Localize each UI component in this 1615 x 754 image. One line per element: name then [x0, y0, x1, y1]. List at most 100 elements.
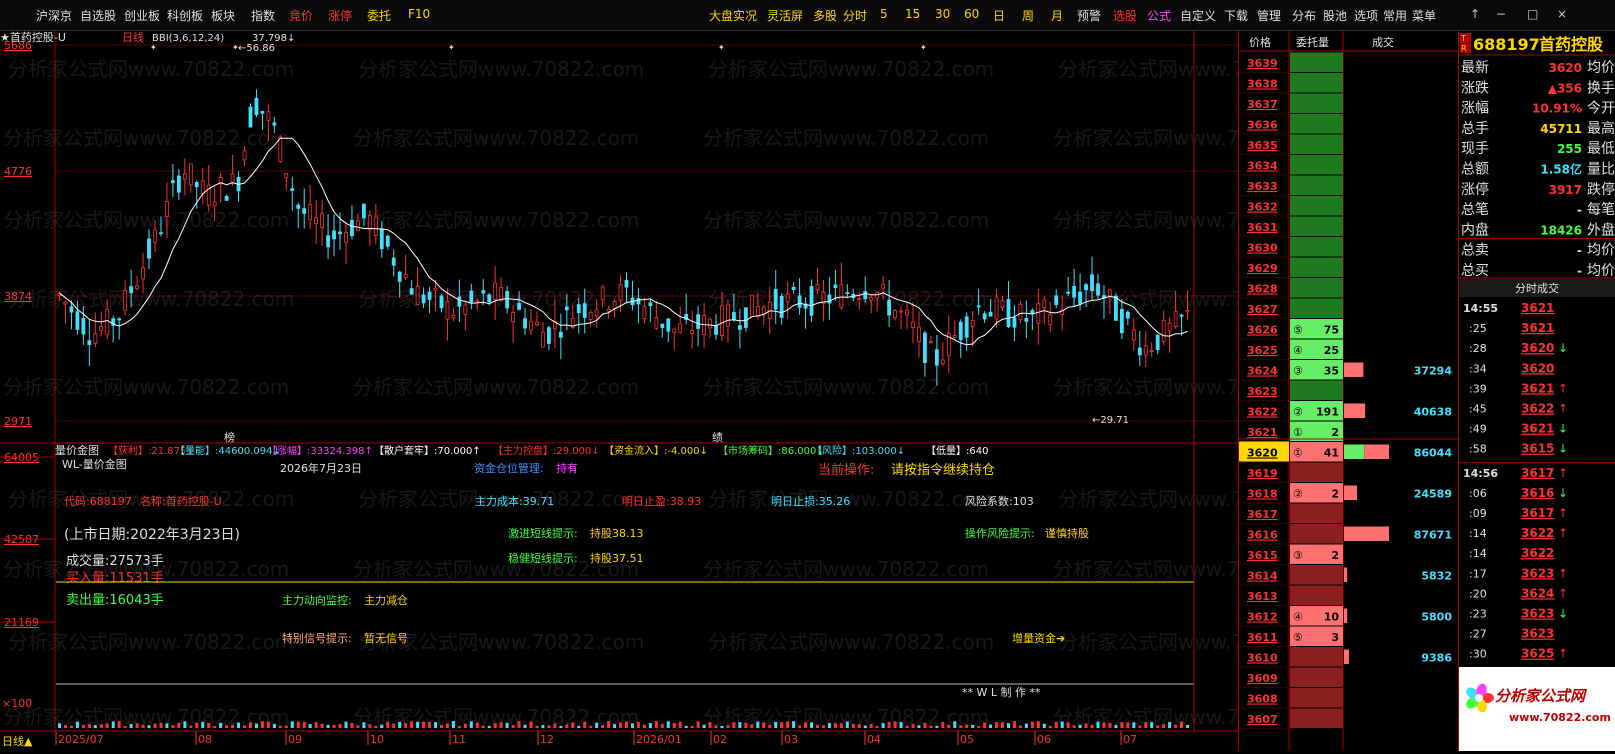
candle-body — [141, 267, 145, 280]
volume-bar — [696, 721, 700, 728]
menu-item-4[interactable]: 板块 — [211, 7, 235, 24]
menu-item-6[interactable]: 竞价 — [289, 7, 313, 24]
volume-bar — [1108, 722, 1112, 728]
menu-item-9[interactable]: F10 — [408, 7, 430, 21]
menu-item-right-4[interactable]: 5 — [880, 7, 888, 21]
chart-area[interactable]: 5686 4776 3874 2971 分析家公式网www.70822.com 分析家公式… — [0, 31, 1238, 751]
candle-body — [308, 203, 313, 221]
ob-qty-cell — [1290, 196, 1343, 216]
ob-price-30: 3609 — [1247, 672, 1278, 685]
candle-body — [1137, 347, 1142, 356]
volume-bar — [983, 722, 987, 728]
date-axis-label-3: 10 — [370, 733, 384, 746]
menu-item-3[interactable]: 科创板 — [167, 7, 203, 24]
menu-item-2[interactable]: 创业板 — [124, 7, 160, 24]
candle-body — [1078, 291, 1082, 305]
menu-item-1[interactable]: 自选股 — [80, 7, 116, 24]
volume-bar — [899, 721, 903, 728]
stat-label2-10: 均价 — [1587, 263, 1615, 279]
menu-item-right-7[interactable]: 60 — [964, 7, 979, 21]
volume-bar — [350, 722, 354, 728]
ob-header-deal: 成交 — [1372, 35, 1394, 49]
period-toggle[interactable]: 日线▲ — [2, 734, 33, 748]
volume-bar — [398, 721, 402, 728]
operation-risk-value: 谨慎持股 — [1045, 526, 1089, 540]
tick-arrow-6: ↓ — [1558, 422, 1568, 436]
tick-time-12: :14 — [1469, 547, 1487, 560]
menu-item-0[interactable]: 沪深京 — [36, 7, 72, 24]
fund-position-value: 持有 — [556, 461, 578, 475]
watermark-text: 分析家公式网www.70822.com — [703, 126, 989, 150]
volume-bar — [457, 725, 461, 728]
ob-price-10: 3629 — [1247, 262, 1278, 275]
menu-item-5[interactable]: 指数 — [251, 7, 275, 24]
menu-item-7[interactable]: 涨停 — [328, 7, 352, 24]
ob-qty-cell — [1290, 708, 1343, 728]
menu-item-right-14[interactable]: 自定义 — [1180, 7, 1216, 24]
stat-label2-3: 最高 — [1587, 120, 1615, 137]
menu-item-right-19[interactable]: 选项 — [1354, 7, 1378, 24]
volume-bar — [105, 723, 109, 728]
candle-body — [618, 284, 623, 301]
candle-body — [391, 257, 396, 266]
volume-bar — [947, 724, 951, 728]
code-text: 代码:688197 — [64, 495, 132, 508]
menu-item-right-17[interactable]: 分布 — [1292, 7, 1316, 24]
date-axis-label-12: 07 — [1123, 733, 1137, 746]
menu-item-8[interactable]: 委托 — [367, 7, 391, 24]
volume-bar — [1001, 721, 1005, 728]
brand-logo: 分析家公式网 www.70822.com — [1459, 667, 1615, 751]
candle-body — [547, 327, 551, 344]
menu-item-right-16[interactable]: 管理 — [1257, 7, 1281, 24]
menu-item-right-15[interactable]: 下载 — [1224, 7, 1248, 24]
menu-item-right-18[interactable]: 股池 — [1323, 7, 1347, 24]
ob-deal-25: 5832 — [1421, 570, 1452, 583]
menu-item-right-20[interactable]: 常用 — [1383, 7, 1407, 24]
close-icon[interactable]: × — [1557, 7, 1567, 21]
candle-body — [153, 229, 157, 243]
volume-bar — [469, 721, 473, 728]
candle-body — [738, 325, 742, 330]
ob-qty-cell — [1290, 73, 1343, 93]
candle-body — [881, 284, 886, 289]
volume-bar — [630, 723, 634, 728]
menu-item-right-8[interactable]: 日 — [993, 7, 1005, 24]
candle-body — [266, 111, 271, 121]
ob-price-17: 3622 — [1247, 406, 1278, 419]
menu-item-right-1[interactable]: 灵活屏 — [767, 7, 803, 24]
menu-item-right-10[interactable]: 月 — [1051, 7, 1063, 24]
volume-bar — [201, 721, 205, 728]
candle-body — [278, 136, 283, 162]
pin-icon[interactable]: ↑ — [1470, 7, 1480, 21]
kline-chart-svg[interactable]: 5686477638742971分析家公式网www.70822.com 分析家公式… — [0, 31, 1238, 751]
tick-time-10: :09 — [1469, 507, 1487, 520]
volume-bar — [845, 721, 849, 728]
volume-bar — [929, 725, 933, 728]
volume-bar — [905, 725, 909, 728]
menu-item-right-21[interactable]: 菜单 — [1412, 7, 1436, 24]
menu-item-right-6[interactable]: 30 — [935, 7, 950, 21]
menu-item-right-5[interactable]: 15 — [905, 7, 920, 21]
volume-bar — [1006, 723, 1010, 728]
volume-bar — [989, 724, 993, 728]
candle-body — [726, 304, 730, 327]
volume-bar — [839, 723, 843, 728]
tick-price-3: 3620 — [1521, 361, 1554, 375]
volume-bar — [636, 721, 640, 728]
stat-label2-2: 今开 — [1587, 101, 1615, 117]
menu-item-right-12[interactable]: 选股 — [1113, 7, 1137, 24]
menu-item-right-11[interactable]: 预警 — [1077, 7, 1101, 24]
menu-item-right-13[interactable]: 公式 — [1147, 7, 1171, 24]
ob-qty-cell — [1290, 155, 1343, 175]
ob-qty-cell — [1290, 257, 1343, 277]
maximize-icon[interactable]: □ — [1527, 7, 1538, 21]
volume-bar — [571, 722, 575, 728]
menu-item-right-3[interactable]: 分时 — [843, 7, 867, 24]
candle-body — [129, 286, 134, 294]
menu-item-right-9[interactable]: 周 — [1022, 7, 1034, 24]
volume-bar — [266, 721, 270, 728]
menu-item-right-0[interactable]: 大盘实况 — [709, 7, 757, 24]
stat-value-8: 18426 — [1540, 223, 1582, 237]
minimize-icon[interactable]: − — [1496, 7, 1506, 21]
menu-item-right-2[interactable]: 多股 — [813, 7, 837, 24]
